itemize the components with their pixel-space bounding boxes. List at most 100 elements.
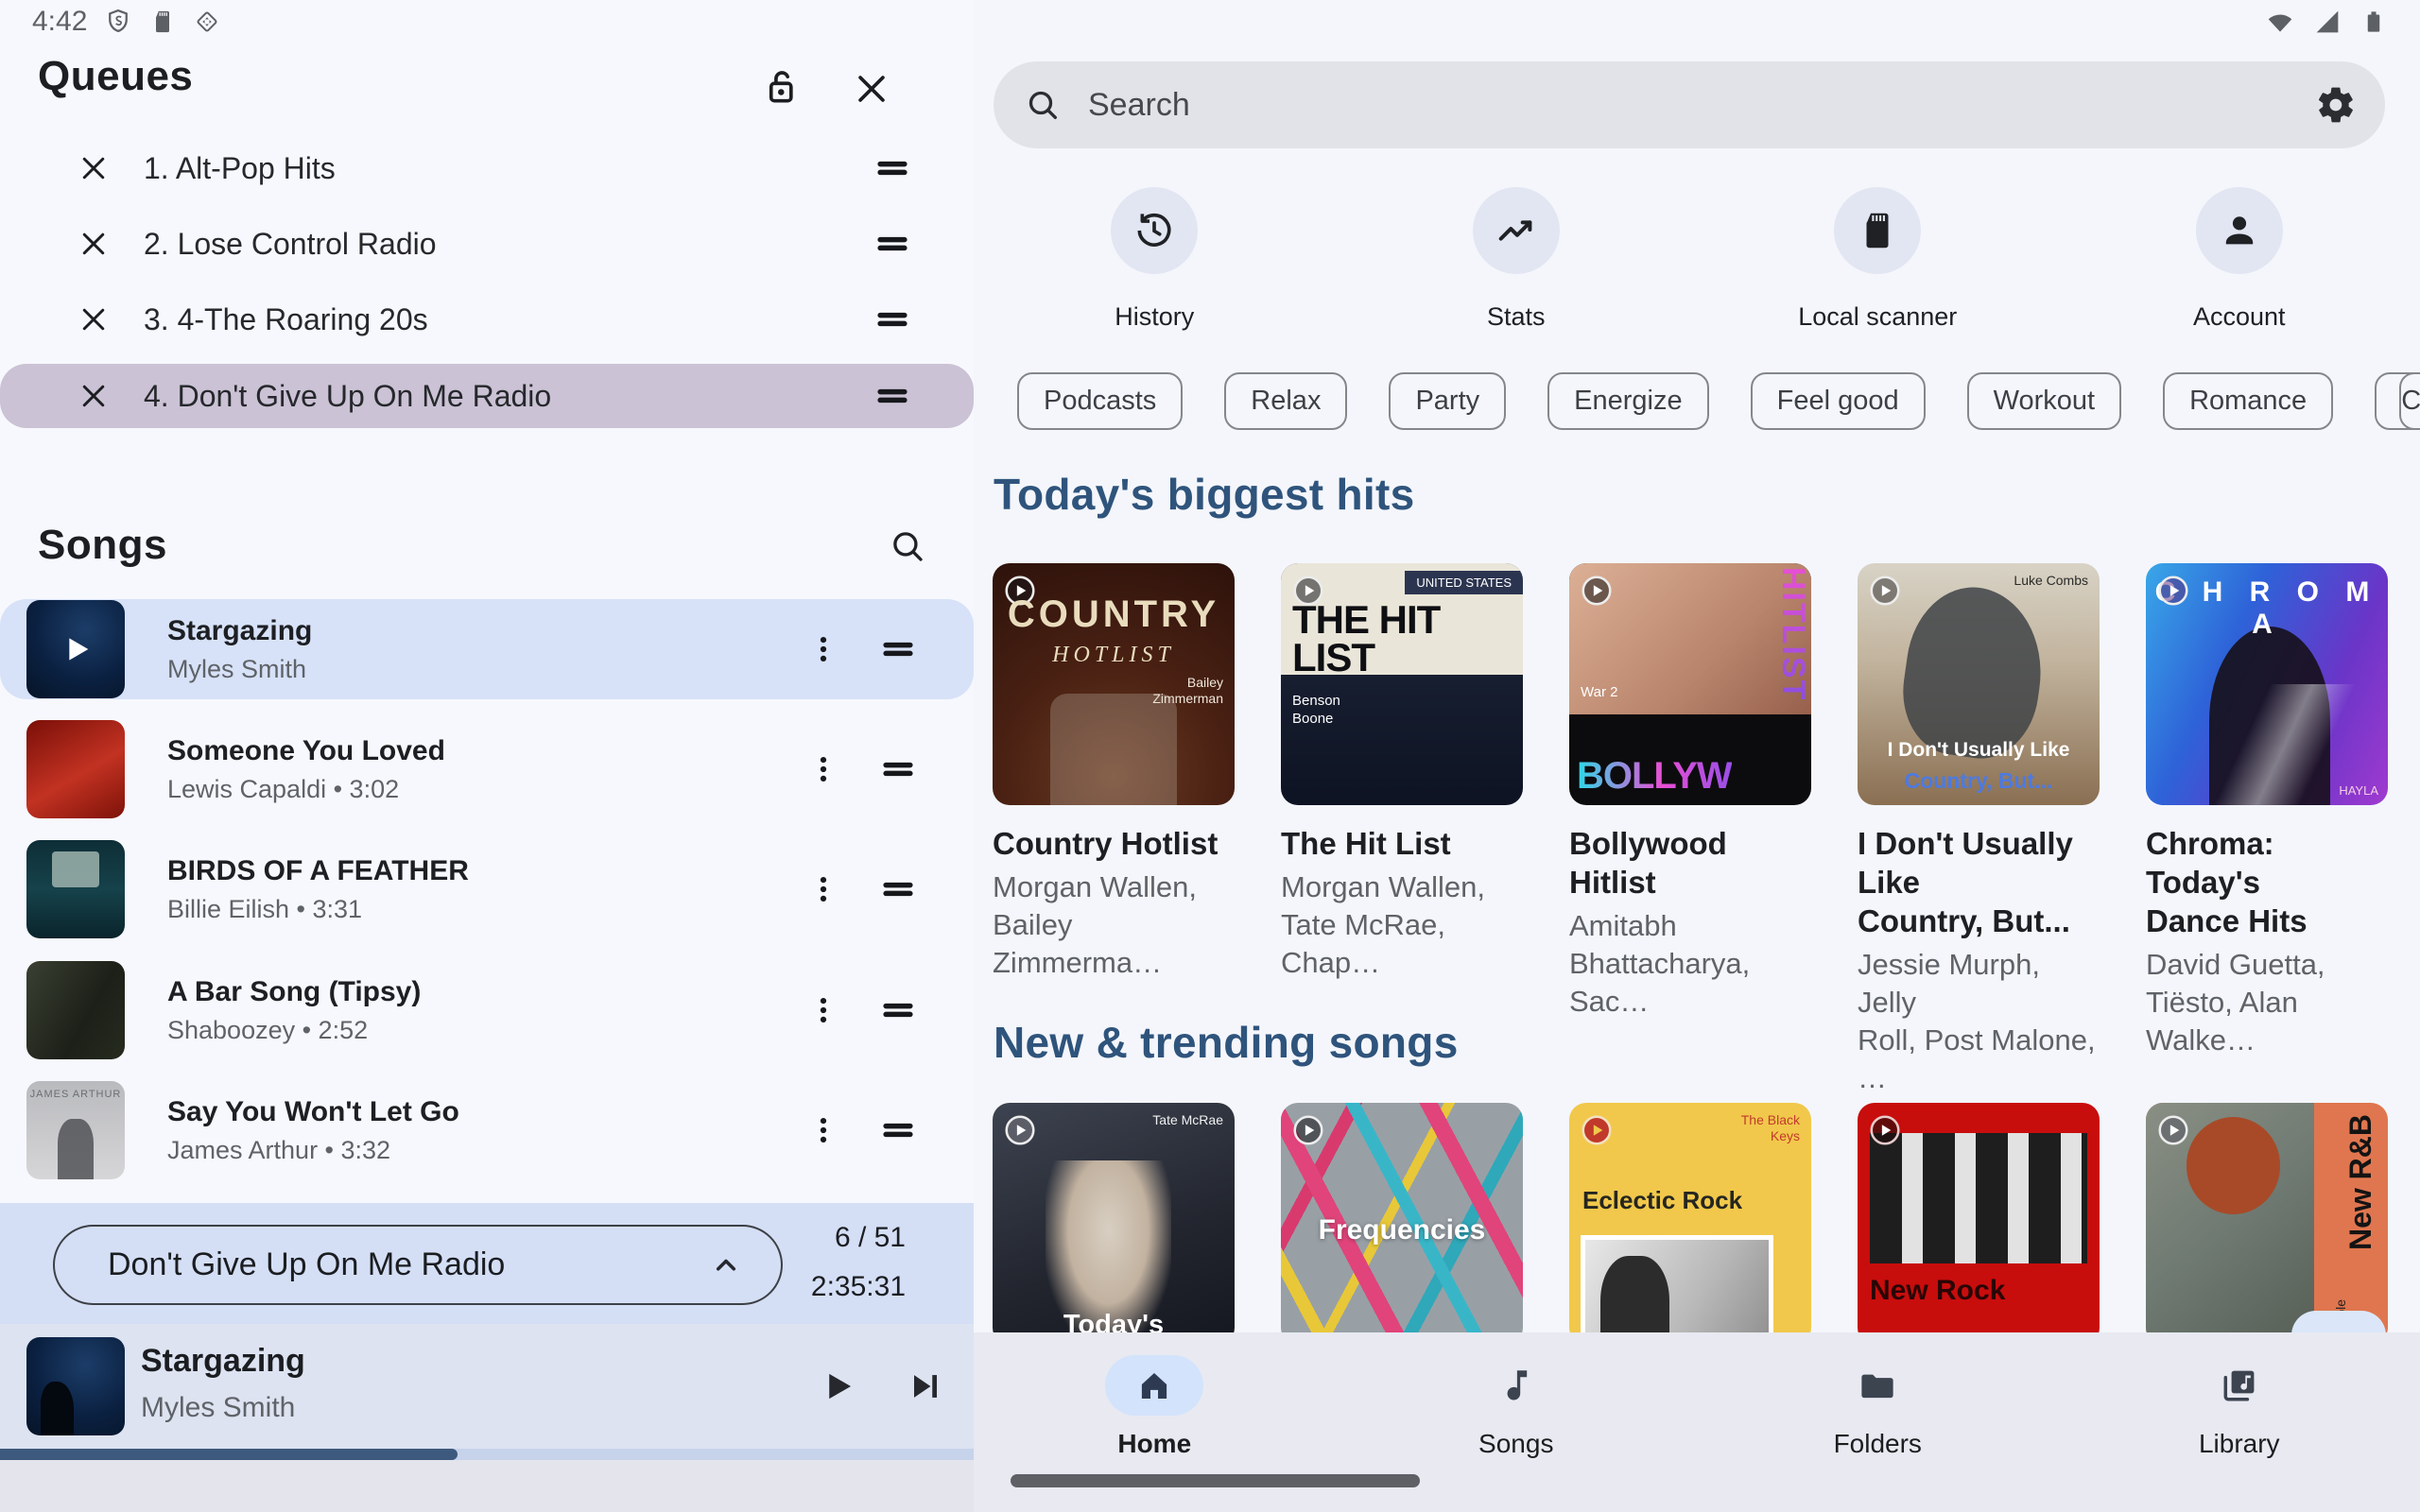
quick-access-row: History Stats Local scanner (974, 187, 2420, 332)
drag-handle-icon[interactable] (864, 220, 921, 267)
playlist-title: The Hit List (1281, 824, 1523, 863)
remove-queue-button[interactable] (70, 296, 117, 343)
art-tag: War 2 (1581, 684, 1617, 700)
library-music-icon (2190, 1355, 2289, 1416)
playing-indicator-icon (26, 600, 125, 698)
song-row[interactable]: BIRDS OF A FEATHER Billie Eilish • 3:31 (0, 839, 974, 939)
close-icon (851, 68, 892, 110)
chip-party[interactable]: Party (1389, 372, 1506, 430)
queue-row-selected[interactable]: 4. Don't Give Up On Me Radio (0, 364, 974, 428)
search-bar[interactable] (994, 61, 2385, 148)
album-art (26, 600, 125, 698)
queue-row[interactable]: 2. Lose Control Radio (0, 206, 974, 282)
art-vertical-text: HITLIST (1774, 567, 1811, 701)
song-menu-button[interactable] (800, 623, 847, 676)
song-subtitle: Shaboozey • 2:52 (167, 1016, 800, 1045)
folder-icon (1828, 1355, 1927, 1416)
song-menu-button[interactable] (800, 863, 847, 916)
song-title: BIRDS OF A FEATHER (167, 855, 800, 887)
chip-energize[interactable]: Energize (1547, 372, 1708, 430)
play-badge-icon (2155, 573, 2191, 609)
chip-workout[interactable]: Workout (1967, 372, 2121, 430)
queue-row[interactable]: 3. 4-The Roaring 20s (0, 282, 974, 357)
chip-label: Energize (1574, 386, 1682, 417)
queue-position: 6 / 51 (835, 1222, 906, 1254)
history-button[interactable]: History (974, 187, 1336, 332)
art-credit: Benson Boone (1292, 692, 1340, 728)
drag-handle-icon[interactable] (864, 372, 921, 420)
song-row[interactable]: Someone You Loved Lewis Capaldi • 3:02 (0, 719, 974, 819)
songs-title: Songs (38, 522, 167, 569)
song-menu-button[interactable] (800, 1104, 847, 1157)
playlist-card[interactable]: New Rock (1858, 1103, 2100, 1345)
playlist-card[interactable]: The Black Keys Eclectic Rock (1569, 1103, 1811, 1345)
song-title: Someone You Loved (167, 735, 800, 767)
mini-player[interactable]: Stargazing Myles Smith (0, 1324, 974, 1449)
playlist-card[interactable]: Luke Combs I Don't Usually Like Country,… (1858, 563, 2100, 1097)
queue-row[interactable]: 1. Alt-Pop Hits (0, 130, 974, 206)
art-text: HOTLIST (993, 643, 1235, 668)
queue-duration: 2:35:31 (811, 1271, 906, 1303)
drag-handle-icon[interactable] (864, 296, 921, 343)
account-button[interactable]: Account (2059, 187, 2420, 332)
playlist-card[interactable]: War 2 BOLLYW HITLIST Bollywood Hitlist A… (1569, 563, 1811, 1097)
art-text: THE HIT LIST (1292, 601, 1481, 677)
play-button[interactable] (809, 1358, 866, 1415)
music-note-icon (1467, 1355, 1565, 1416)
drag-handle-icon[interactable] (870, 746, 926, 793)
drag-handle-icon[interactable] (870, 866, 926, 913)
song-menu-button[interactable] (800, 984, 847, 1037)
nav-label: Folders (1834, 1429, 1922, 1459)
progress-bar[interactable] (0, 1449, 974, 1460)
playlist-title: Chroma: Today's Dance Hits (2146, 824, 2388, 940)
chip-feel-good[interactable]: Feel good (1751, 372, 1926, 430)
song-row[interactable]: A Bar Song (Tipsy) Shaboozey • 2:52 (0, 960, 974, 1060)
art-text: BOLLYW (1577, 755, 1732, 798)
stats-button[interactable]: Stats (1336, 187, 1698, 332)
song-menu-button[interactable] (800, 743, 847, 796)
remove-queue-button[interactable] (70, 145, 117, 192)
drag-handle-icon[interactable] (870, 1107, 926, 1154)
song-title: Say You Won't Let Go (167, 1096, 800, 1128)
remove-queue-button[interactable] (70, 372, 117, 420)
song-row-playing[interactable]: Stargazing Myles Smith (0, 599, 974, 699)
unlock-button[interactable] (756, 62, 809, 115)
remove-queue-button[interactable] (70, 220, 117, 267)
local-scanner-button[interactable]: Local scanner (1697, 187, 2059, 332)
chip-partial[interactable] (2399, 372, 2420, 430)
home-indicator[interactable] (1011, 1474, 1420, 1487)
art-photo (1870, 1133, 2087, 1263)
nav-library[interactable]: Library (2059, 1332, 2420, 1512)
art-credit: Bailey Zimmerman (1152, 675, 1223, 707)
playlist-card[interactable]: Tate McRae Today's (993, 1103, 1235, 1345)
search-input[interactable] (1088, 87, 2315, 124)
now-playing-title: Stargazing (141, 1343, 305, 1380)
drag-handle-icon[interactable] (870, 626, 926, 673)
queue-selector[interactable]: Don't Give Up On Me Radio (53, 1225, 783, 1305)
playlist-card[interactable]: Frequencies (1281, 1103, 1523, 1345)
play-badge-icon (1867, 1112, 1903, 1148)
art-text: New Rock (1870, 1275, 2005, 1307)
playlist-artists: Morgan Wallen, Tate McRae, Chap… (1281, 868, 1523, 982)
clock: 4:42 (32, 6, 87, 38)
section-title-hits: Today's biggest hits (994, 469, 1414, 520)
chip-romance[interactable]: Romance (2163, 372, 2333, 430)
song-row[interactable]: JAMES ARTHUR Say You Won't Let Go James … (0, 1080, 974, 1180)
playlist-card[interactable]: New R&B Keable (2146, 1103, 2388, 1345)
play-badge-icon (1002, 1112, 1038, 1148)
close-queues-button[interactable] (845, 62, 898, 115)
album-art (26, 961, 125, 1059)
sd-card-icon (1834, 187, 1921, 274)
playlist-title: I Don't Usually Like Country, But... (1858, 824, 2100, 940)
playlist-card[interactable]: C H R O M A HAYLA Chroma: Today's Dance … (2146, 563, 2388, 1097)
drag-handle-icon[interactable] (864, 145, 921, 192)
songs-search-button[interactable] (879, 518, 936, 575)
settings-gear-button[interactable] (2315, 84, 2357, 126)
chip-relax[interactable]: Relax (1224, 372, 1347, 430)
skip-next-button[interactable] (896, 1358, 953, 1415)
chip-podcasts[interactable]: Podcasts (1017, 372, 1183, 430)
status-bar: 4:42 (0, 0, 2420, 43)
song-subtitle: James Arthur • 3:32 (167, 1136, 800, 1165)
nav-folders[interactable]: Folders (1697, 1332, 2059, 1512)
drag-handle-icon[interactable] (870, 987, 926, 1034)
